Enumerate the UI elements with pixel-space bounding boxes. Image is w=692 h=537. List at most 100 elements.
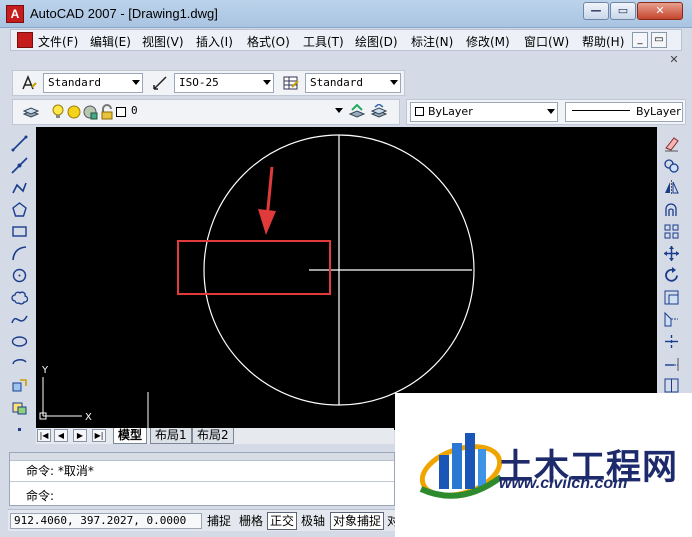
- mdi-close-button[interactable]: ✕: [666, 52, 682, 68]
- menu-edit[interactable]: 编辑(E): [90, 33, 131, 50]
- ortho-toggle[interactable]: 正交: [267, 512, 298, 530]
- trim-icon[interactable]: [663, 333, 680, 350]
- civilcn-logo-icon: [419, 433, 503, 499]
- watermark: 土木工程网 www.civilcn.com: [395, 393, 692, 537]
- command-prompt[interactable]: 命令:: [26, 487, 54, 504]
- polar-toggle[interactable]: 极轴: [298, 512, 328, 530]
- layers-toolbar: 0: [12, 99, 400, 125]
- layer-color-swatch[interactable]: [116, 107, 126, 117]
- next-tab-button[interactable]: ▶: [73, 429, 87, 442]
- snap-toggle[interactable]: 捕捉: [204, 512, 234, 530]
- last-tab-button[interactable]: ▶|: [92, 429, 106, 442]
- highlight-rectangle: [177, 240, 331, 295]
- layout-tab-bar: |◀ ◀ ▶ ▶| 模型 布局1 布局2: [36, 428, 394, 444]
- command-window: 命令: *取消* 命令:: [9, 452, 395, 506]
- ellipse-arc-icon[interactable]: [11, 355, 28, 372]
- menu-modify[interactable]: 修改(M): [466, 33, 510, 50]
- text-style-icon[interactable]: [21, 75, 37, 91]
- table-style-icon[interactable]: [283, 75, 299, 91]
- dimension-style-value: ISO-25: [179, 76, 219, 89]
- menu-dimension[interactable]: 标注(N): [411, 33, 453, 50]
- mirror-icon[interactable]: [663, 179, 680, 196]
- menu-insert[interactable]: 插入(I): [196, 33, 233, 50]
- layer-combo[interactable]: 0: [127, 102, 345, 122]
- offset-icon[interactable]: [663, 201, 680, 218]
- construction-line-icon[interactable]: [11, 157, 28, 174]
- document-icon[interactable]: [17, 32, 33, 48]
- menu-file[interactable]: 文件(F): [38, 33, 78, 50]
- scale-icon[interactable]: [663, 289, 680, 306]
- menu-tools[interactable]: 工具(T): [303, 33, 344, 50]
- grid-toggle[interactable]: 栅格: [236, 512, 266, 530]
- coordinate-readout[interactable]: 912.4060, 397.2027, 0.0000: [10, 513, 202, 529]
- properties-toolbar: ByLayer ByLayer: [406, 99, 686, 125]
- draw-toolbar: [9, 131, 31, 441]
- menu-bar: 文件(F) 编辑(E) 视图(V) 插入(I) 格式(O) 工具(T) 绘图(D…: [10, 29, 682, 51]
- lock-icon[interactable]: [99, 104, 115, 120]
- styles-toolbar: Standard ISO-25 Standard: [12, 70, 405, 96]
- close-button[interactable]: ✕: [637, 2, 683, 20]
- insert-block-icon[interactable]: [11, 377, 28, 394]
- linetype-value: ByLayer: [636, 105, 681, 118]
- chevron-down-icon: [335, 108, 343, 113]
- array-icon[interactable]: [663, 223, 680, 240]
- color-value: ByLayer: [428, 105, 473, 118]
- table-style-combo[interactable]: Standard: [305, 73, 401, 93]
- dimension-style-icon[interactable]: [152, 75, 168, 91]
- ellipse-icon[interactable]: [11, 333, 28, 350]
- title-bar: A AutoCAD 2007 - [Drawing1.dwg] — ▭ ✕: [0, 0, 692, 28]
- spline-icon[interactable]: [11, 311, 28, 328]
- layer-previous-icon[interactable]: [371, 104, 387, 120]
- erase-icon[interactable]: [663, 135, 680, 152]
- color-swatch: [415, 107, 424, 116]
- rotate-icon[interactable]: [663, 267, 680, 284]
- osnap-toggle[interactable]: 对象捕捉: [330, 512, 385, 530]
- first-tab-button[interactable]: |◀: [37, 429, 51, 442]
- menu-window[interactable]: 窗口(W): [524, 33, 569, 50]
- extend-icon[interactable]: [663, 355, 680, 372]
- menu-help[interactable]: 帮助(H): [582, 33, 624, 50]
- point-icon[interactable]: [11, 421, 28, 438]
- restore-button[interactable]: ▭: [610, 2, 636, 20]
- break-icon[interactable]: [663, 377, 680, 394]
- polygon-icon[interactable]: [11, 201, 28, 218]
- rectangle-icon[interactable]: [11, 223, 28, 240]
- command-window-grip[interactable]: [10, 453, 394, 461]
- circle-icon[interactable]: [11, 267, 28, 284]
- menu-draw[interactable]: 绘图(D): [355, 33, 398, 50]
- ucs-y-label: Y: [41, 365, 49, 376]
- sun-icon[interactable]: [66, 104, 82, 120]
- tab-model[interactable]: 模型: [113, 428, 148, 444]
- revision-cloud-icon[interactable]: [11, 289, 28, 306]
- layer-manager-icon[interactable]: [23, 104, 39, 120]
- text-style-value: Standard: [48, 76, 101, 89]
- prev-tab-button[interactable]: ◀: [54, 429, 68, 442]
- text-style-combo[interactable]: Standard: [43, 73, 143, 93]
- arc-icon[interactable]: [11, 245, 28, 262]
- autocad-app-icon[interactable]: A: [6, 5, 24, 23]
- make-block-icon[interactable]: [11, 399, 28, 416]
- watermark-url: www.civilcn.com: [499, 475, 628, 492]
- menu-view[interactable]: 视图(V): [142, 33, 184, 50]
- mdi-restore-button[interactable]: ▭: [651, 32, 667, 48]
- canvas-svg: Y X: [39, 134, 475, 430]
- stretch-icon[interactable]: [663, 311, 680, 328]
- color-combo[interactable]: ByLayer: [410, 102, 558, 122]
- command-separator: [10, 481, 394, 482]
- line-icon[interactable]: [11, 135, 28, 152]
- minimize-button[interactable]: —: [583, 2, 609, 20]
- mdi-minimize-button[interactable]: _: [632, 32, 648, 48]
- annotation-arrow-head: [258, 209, 276, 235]
- dimension-style-combo[interactable]: ISO-25: [174, 73, 274, 93]
- viewport-freeze-icon[interactable]: [82, 104, 98, 120]
- menu-format[interactable]: 格式(O): [247, 33, 290, 50]
- tab-layout2[interactable]: 布局2: [192, 428, 234, 444]
- linetype-combo[interactable]: ByLayer: [565, 102, 683, 122]
- polyline-icon[interactable]: [11, 179, 28, 196]
- move-icon[interactable]: [663, 245, 680, 262]
- copy-icon[interactable]: [663, 157, 680, 174]
- tab-layout1[interactable]: 布局1: [150, 428, 192, 444]
- make-object-layer-current-icon[interactable]: [349, 104, 365, 120]
- drawing-canvas[interactable]: Y X: [36, 127, 657, 430]
- lightbulb-icon[interactable]: [50, 104, 66, 120]
